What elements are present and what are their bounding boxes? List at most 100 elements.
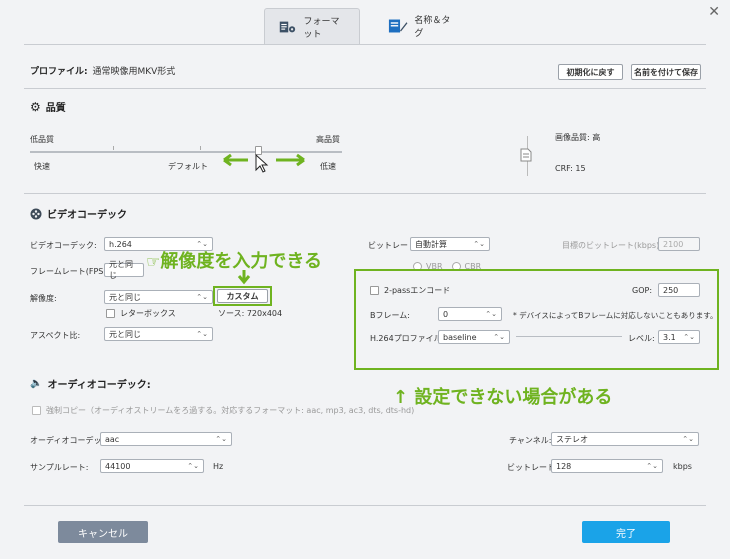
image-quality-text: 画像品質: 高 xyxy=(555,133,601,142)
cannot-set-annotation: ↑ 設定できない場合がある xyxy=(393,387,613,408)
aspect-label: アスペクト比: xyxy=(30,331,81,340)
level-label: レベル: xyxy=(628,334,655,343)
quality-section-title: ⚙ 品質 xyxy=(30,99,66,115)
target-bitrate-label: 目標のビットレート(kbps): xyxy=(562,241,662,250)
cancel-button[interactable]: キャンセル xyxy=(58,521,148,543)
chevron-updown-icon: ⌃⌄ xyxy=(682,435,694,443)
chevron-updown-icon: ⌃⌄ xyxy=(683,333,695,341)
low-quality-label: 低品質 xyxy=(30,135,54,144)
fps-select[interactable]: 元と同じ xyxy=(104,260,144,280)
slider-annotation-arrows xyxy=(223,153,305,173)
audio-bitrate-unit: kbps xyxy=(673,462,692,471)
chevron-updown-icon: ⌃⌄ xyxy=(646,462,658,470)
fps-label: フレームレート(FPS): xyxy=(30,267,110,276)
chevron-updown-icon: ⌃⌄ xyxy=(215,435,227,443)
letterbox-checkbox[interactable] xyxy=(106,309,115,318)
audio-bitrate-value: 128 xyxy=(556,461,572,471)
default-label: デフォルト xyxy=(168,162,208,171)
audio-bitrate-select[interactable]: 128 ⌃⌄ xyxy=(551,459,663,473)
profile-label: プロファイル: xyxy=(30,67,88,77)
aspect-value: 元と同じ xyxy=(109,329,141,339)
video-codec-label: ビデオコーデック: xyxy=(30,241,97,250)
video-codec-value: h.264 xyxy=(109,239,132,249)
sample-rate-value: 44100 xyxy=(105,461,131,471)
sample-rate-select[interactable]: 44100 ⌃⌄ xyxy=(100,459,204,473)
letterbox-label: レターボックス xyxy=(120,309,176,318)
quality-title-text: 品質 xyxy=(45,103,66,114)
tab-format[interactable]: フォーマット xyxy=(264,8,360,44)
custom-resolution-button[interactable]: カスタム xyxy=(217,289,268,303)
chevron-updown-icon: ⌃⌄ xyxy=(196,330,208,338)
ok-button[interactable]: 完了 xyxy=(582,521,670,543)
tab-name-tag[interactable]: 名称＆タグ xyxy=(374,8,470,44)
tab-format-label: フォーマット xyxy=(303,16,340,40)
top-tab-bar xyxy=(0,0,730,46)
gop-label: GOP: xyxy=(632,286,653,295)
twopass-checkbox[interactable] xyxy=(370,286,379,295)
footer-divider xyxy=(24,505,706,506)
channel-label: チャンネル: xyxy=(509,436,552,445)
twopass-label: 2-passエンコード xyxy=(384,286,451,295)
sample-rate-unit: Hz xyxy=(213,462,224,471)
force-copy-option[interactable]: 強制コピー（オーディオストリームをろ過する。対応するフォーマット: aac, m… xyxy=(32,405,414,416)
h264-profile-value: baseline xyxy=(443,332,477,342)
speaker-icon: 🔈 xyxy=(30,378,43,389)
high-quality-label: 高品質 xyxy=(316,135,340,144)
fast-label: 快速 xyxy=(34,162,50,171)
video-bitrate-value: 自動計算 xyxy=(415,239,447,249)
h264-profile-label: H.264プロファイル: xyxy=(370,334,445,343)
down-arrow-annotation xyxy=(237,270,251,285)
video-title-text: ビデオコーデック xyxy=(47,210,127,221)
resolution-label: 解像度: xyxy=(30,294,57,303)
force-copy-label: 強制コピー（オーディオストリームをろ過する。対応するフォーマット: aac, m… xyxy=(46,406,415,415)
tab-name-tag-label: 名称＆タグ xyxy=(414,16,451,39)
fps-value: 元と同じ xyxy=(109,260,133,280)
tab-divider xyxy=(24,44,706,45)
bframe-select[interactable]: 0 ⌃⌄ xyxy=(438,307,502,321)
profile-value: 通常映像用MKV形式 xyxy=(92,67,176,77)
sample-rate-label: サンプルレート: xyxy=(30,463,89,472)
save-as-button[interactable]: 名前を付けて保存 xyxy=(631,64,701,80)
resolution-annotation: ☞解像度を入力できる xyxy=(146,247,322,273)
video-bitrate-select[interactable]: 自動計算 ⌃⌄ xyxy=(410,237,490,251)
chevron-updown-icon: ⌃⌄ xyxy=(187,462,199,470)
level-value: 3.1 xyxy=(663,332,676,342)
reset-button[interactable]: 初期化に戻す xyxy=(558,64,623,80)
resolution-select[interactable]: 元と同じ ⌃⌄ xyxy=(104,290,213,304)
gear-icon: ⚙ xyxy=(30,99,41,114)
chevron-updown-icon: ⌃⌄ xyxy=(196,293,208,301)
chevron-updown-icon: ⌃⌄ xyxy=(493,333,505,341)
profile-separator xyxy=(516,336,622,337)
bframe-value: 0 xyxy=(443,309,449,319)
channel-select[interactable]: ステレオ ⌃⌄ xyxy=(551,432,699,446)
document-icon xyxy=(520,148,532,162)
bframe-note: * デバイスによってBフレームに対応しないこともあります。 xyxy=(513,311,718,320)
slow-label: 低速 xyxy=(320,162,336,171)
pointer-icon: ☞ xyxy=(146,252,161,271)
slider-tick xyxy=(200,146,201,150)
source-resolution: ソース: 720x404 xyxy=(218,309,283,318)
format-settings-icon xyxy=(279,21,296,32)
aspect-select[interactable]: 元と同じ ⌃⌄ xyxy=(104,327,213,341)
chevron-updown-icon: ⌃⌄ xyxy=(485,310,497,318)
section-divider xyxy=(24,88,706,89)
section-divider xyxy=(24,193,706,194)
target-bitrate-input[interactable]: 2100 xyxy=(658,237,700,251)
level-select[interactable]: 3.1 ⌃⌄ xyxy=(658,330,700,344)
resolution-value: 元と同じ xyxy=(109,292,141,302)
channel-value: ステレオ xyxy=(556,434,588,444)
video-section-title: ビデオコーデック xyxy=(30,206,127,221)
force-copy-checkbox[interactable] xyxy=(32,406,41,415)
gop-input[interactable]: 250 xyxy=(658,283,700,297)
audio-section-title: 🔈 オーディオコーデック: xyxy=(30,376,151,391)
twopass-option[interactable]: 2-passエンコード xyxy=(370,285,450,296)
crf-text: CRF: 15 xyxy=(555,164,586,173)
slider-tick xyxy=(113,146,114,150)
letterbox-option[interactable]: レターボックス xyxy=(106,308,176,319)
bframe-label: Bフレーム: xyxy=(370,311,410,320)
audio-codec-value: aac xyxy=(105,434,120,444)
profile-row: プロファイル: 通常映像用MKV形式 xyxy=(30,64,175,77)
h264-profile-select[interactable]: baseline ⌃⌄ xyxy=(438,330,510,344)
audio-codec-select[interactable]: aac ⌃⌄ xyxy=(100,432,232,446)
close-icon[interactable]: ✕ xyxy=(708,4,720,20)
